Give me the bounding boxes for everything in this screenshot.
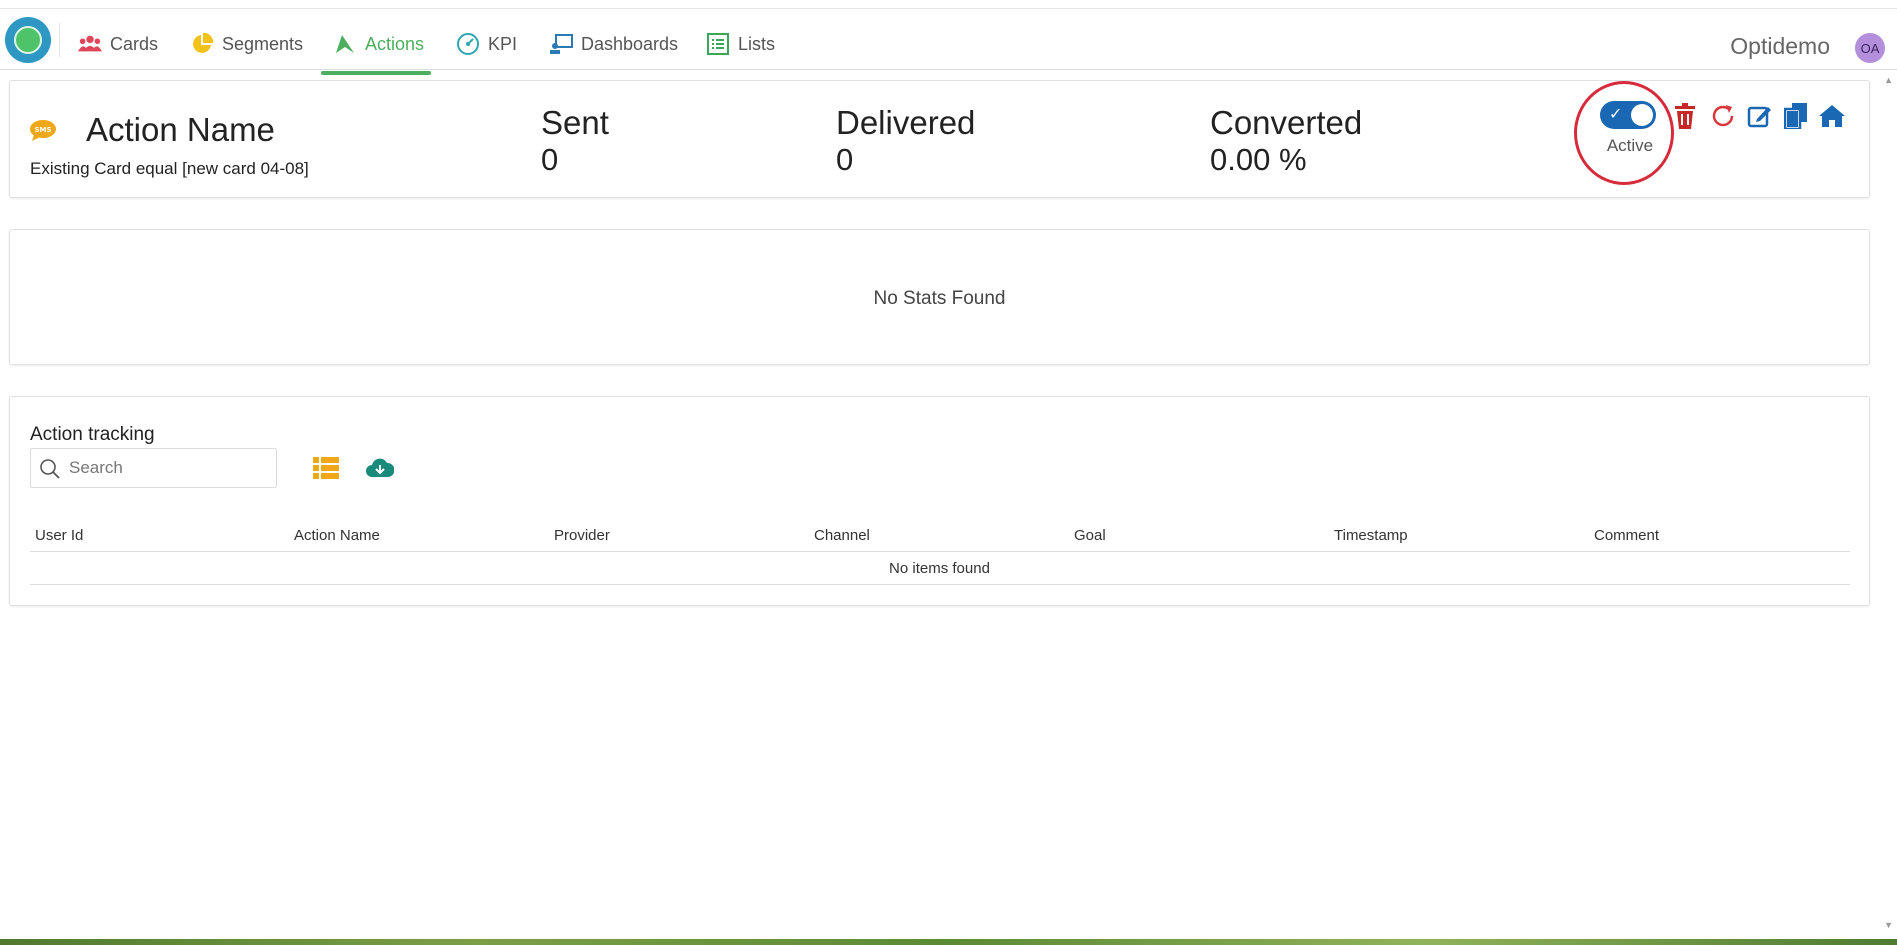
active-toggle[interactable]: ✓ bbox=[1600, 101, 1656, 129]
stats-card: No Stats Found bbox=[9, 229, 1870, 365]
column-header-goal[interactable]: Goal bbox=[1074, 527, 1106, 544]
column-header-user-id[interactable]: User Id bbox=[35, 527, 83, 544]
copy-icon[interactable] bbox=[1781, 101, 1811, 131]
page: Cards Segments Actions KPI Dashboards Li… bbox=[0, 0, 1897, 945]
table-divider bbox=[30, 584, 1850, 585]
cloud-download-icon[interactable] bbox=[364, 452, 396, 484]
gauge-icon bbox=[456, 32, 480, 56]
check-icon: ✓ bbox=[1609, 106, 1623, 123]
nav-label: Lists bbox=[738, 33, 776, 54]
metric-sent: Sent 0 bbox=[541, 104, 609, 178]
brand-name: Optidemo bbox=[1730, 33, 1830, 59]
active-tab-indicator bbox=[321, 71, 431, 75]
pie-chart-icon bbox=[190, 32, 214, 56]
column-header-provider[interactable]: Provider bbox=[554, 527, 610, 544]
app-logo[interactable] bbox=[5, 17, 51, 63]
users-icon bbox=[78, 32, 102, 56]
metric-converted: Converted 0.00 % bbox=[1210, 104, 1362, 178]
nav-label: Segments bbox=[222, 33, 304, 54]
home-icon[interactable] bbox=[1817, 101, 1847, 131]
search-icon bbox=[39, 458, 61, 480]
nav-item-segments[interactable]: Segments bbox=[190, 19, 303, 69]
nav-label: Cards bbox=[110, 33, 159, 54]
nav-item-cards[interactable]: Cards bbox=[78, 19, 158, 69]
nav-divider bbox=[59, 23, 60, 57]
top-navbar: Cards Segments Actions KPI Dashboards Li… bbox=[0, 8, 1897, 75]
paper-plane-icon bbox=[333, 32, 357, 56]
sms-icon: SMS bbox=[29, 119, 57, 141]
nav-label: Dashboards bbox=[581, 33, 679, 54]
search-input[interactable] bbox=[69, 455, 269, 481]
column-header-comment[interactable]: Comment bbox=[1594, 527, 1659, 544]
nav-label: KPI bbox=[488, 33, 518, 54]
delete-icon[interactable] bbox=[1670, 101, 1700, 131]
scrollbar-down-arrow[interactable]: ▼ bbox=[1884, 920, 1893, 930]
section-title: Action tracking bbox=[30, 424, 155, 445]
metric-label: Converted bbox=[1210, 104, 1363, 141]
dashboard-icon bbox=[549, 32, 573, 56]
refresh-icon[interactable] bbox=[1708, 101, 1738, 131]
nav-item-dashboards[interactable]: Dashboards bbox=[549, 19, 678, 69]
search-box bbox=[30, 448, 277, 488]
nav-item-lists[interactable]: Lists bbox=[706, 19, 775, 69]
edit-icon[interactable] bbox=[1745, 101, 1775, 131]
nav-item-kpi[interactable]: KPI bbox=[456, 19, 517, 69]
list-view-icon[interactable] bbox=[310, 452, 342, 484]
action-title: Action Name bbox=[86, 111, 275, 148]
metric-value: 0 bbox=[541, 142, 559, 177]
empty-stats-message: No Stats Found bbox=[873, 288, 1006, 309]
list-icon bbox=[706, 32, 730, 56]
metric-value: 0.00 % bbox=[1210, 142, 1307, 177]
table-divider bbox=[30, 551, 1850, 552]
avatar[interactable]: OA bbox=[1855, 33, 1885, 63]
action-summary-card: SMS Action Name Existing Card equal [new… bbox=[9, 80, 1870, 198]
metric-delivered: Delivered 0 bbox=[836, 104, 975, 178]
nav-label: Actions bbox=[365, 33, 425, 54]
toggle-knob bbox=[1631, 104, 1653, 126]
metric-label: Delivered bbox=[836, 104, 976, 141]
action-tracking-card: Action tracking User Id Action Name Prov… bbox=[9, 396, 1870, 606]
empty-table-message: No items found bbox=[889, 560, 990, 577]
nav-item-actions[interactable]: Actions bbox=[333, 19, 424, 69]
desktop-background-strip bbox=[0, 939, 1897, 945]
metric-label: Sent bbox=[541, 104, 609, 141]
column-header-action-name[interactable]: Action Name bbox=[294, 527, 380, 544]
toggle-label: Active bbox=[1606, 136, 1654, 155]
action-condition: Existing Card equal [new card 04-08] bbox=[30, 159, 309, 178]
highlight-annotation-ring bbox=[1574, 81, 1674, 185]
svg-text:SMS: SMS bbox=[34, 126, 51, 134]
column-header-channel[interactable]: Channel bbox=[814, 527, 870, 544]
scrollbar-up-arrow[interactable]: ▲ bbox=[1884, 75, 1893, 85]
column-header-timestamp[interactable]: Timestamp bbox=[1334, 527, 1408, 544]
metric-value: 0 bbox=[836, 142, 854, 177]
